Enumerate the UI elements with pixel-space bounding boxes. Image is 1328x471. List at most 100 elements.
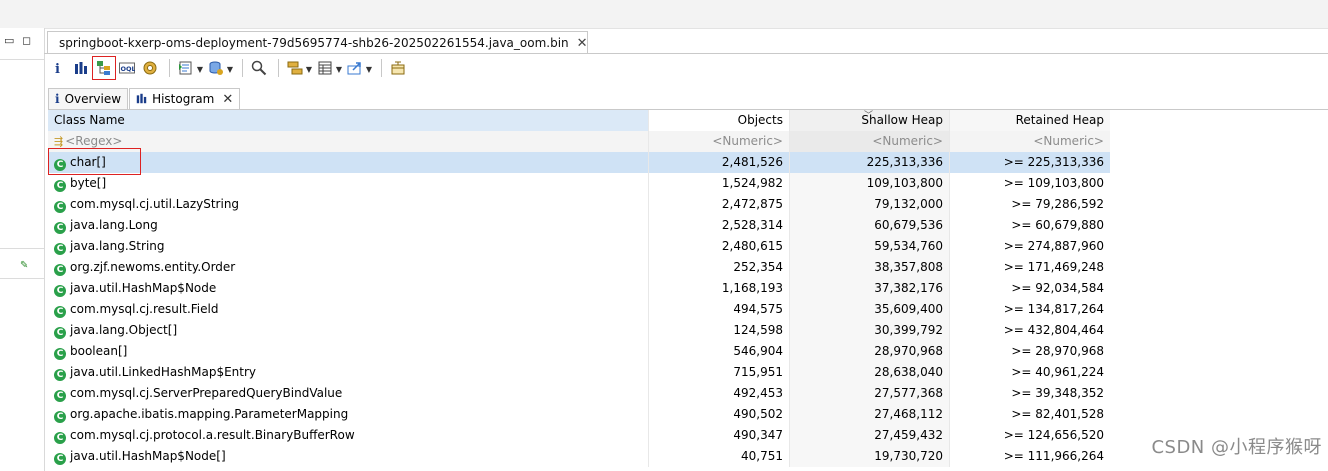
top-title-band	[0, 0, 1328, 29]
tab-histogram[interactable]: Histogram ✕	[129, 88, 241, 109]
oql-icon[interactable]: OQL	[117, 58, 137, 78]
column-header-retained-heap[interactable]: Retained Heap	[949, 110, 1110, 131]
class-name-cell: Ccom.mysql.cj.protocol.a.result.BinaryBu…	[48, 425, 648, 446]
tab-label: Histogram	[152, 92, 215, 106]
retained-heap-cell: >= 79,286,592	[949, 194, 1110, 215]
table-row[interactable]: Ccom.mysql.cj.ServerPreparedQueryBindVal…	[48, 383, 1110, 404]
table-row[interactable]: Cjava.lang.Long 2,528,314 60,679,536 >= 60,…	[48, 215, 1110, 236]
class-name-cell: Cjava.util.HashMap$Node	[48, 278, 648, 299]
retained-heap-cell: >= 111,966,264	[949, 446, 1110, 467]
objects-cell: 40,751	[648, 446, 789, 467]
filter-retained-heap[interactable]: <Numeric>	[949, 131, 1110, 152]
class-name-cell: Cjava.lang.String	[48, 236, 648, 257]
class-icon: C	[54, 285, 66, 297]
close-icon[interactable]: ✕	[222, 92, 233, 107]
table-row[interactable]: Cboolean[] 546,904 28,970,968 >= 28,970,968	[48, 341, 1110, 362]
class-name-cell: Ccom.mysql.cj.result.Field	[48, 299, 648, 320]
shallow-heap-cell: 79,132,000	[789, 194, 949, 215]
table-row[interactable]: Cchar[] 2,481,526 225,313,336 >= 225,313,33…	[48, 152, 1110, 173]
retained-heap-cell: >= 274,887,960	[949, 236, 1110, 257]
table-row[interactable]: Cjava.util.HashMap$Node[] 40,751 19,730,72…	[48, 446, 1110, 467]
export-icon[interactable]: ▼	[345, 58, 372, 78]
retained-heap-cell: >= 82,401,528	[949, 404, 1110, 425]
close-icon[interactable]: ✕	[577, 36, 588, 51]
class-name-text: byte[]	[70, 176, 107, 190]
group-by-icon[interactable]: ▼	[285, 58, 312, 78]
chevron-down-icon[interactable]: ▼	[306, 65, 312, 74]
table-row[interactable]: Ccom.mysql.cj.protocol.a.result.BinaryBu…	[48, 425, 1110, 446]
chevron-down-icon[interactable]: ▼	[366, 65, 372, 74]
class-name-text: com.mysql.cj.ServerPreparedQueryBindValu…	[70, 386, 343, 400]
retained-heap-cell: >= 171,469,248	[949, 257, 1110, 278]
class-name-text: org.zjf.newoms.entity.Order	[70, 260, 236, 274]
objects-cell: 252,354	[648, 257, 789, 278]
class-icon: C	[54, 327, 66, 339]
minimize-icon[interactable]: ▭	[4, 34, 14, 47]
table-row[interactable]: Cjava.util.HashMap$Node 1,168,193 37,382,1…	[48, 278, 1110, 299]
shallow-heap-cell: 37,382,176	[789, 278, 949, 299]
class-icon: C	[54, 432, 66, 444]
svg-text:OQL: OQL	[121, 65, 136, 73]
heap-dump-editor-tab[interactable]: springboot-kxerp-oms-deployment-79d56957…	[47, 31, 588, 54]
editor-toolbar: i OQL ▼ ▼ ▼ ▼ ▼	[48, 56, 411, 80]
chevron-down-icon[interactable]: ▼	[336, 65, 342, 74]
objects-cell: 2,472,875	[648, 194, 789, 215]
chevron-down-icon[interactable]: ▼	[227, 65, 233, 74]
column-header-objects[interactable]: Objects	[648, 110, 789, 131]
class-name-text: java.lang.Object[]	[70, 323, 178, 337]
class-name-text: org.apache.ibatis.mapping.ParameterMappi…	[70, 407, 349, 421]
shallow-heap-cell: 27,459,432	[789, 425, 949, 446]
filter-shallow-heap[interactable]: <Numeric>	[789, 131, 949, 152]
class-name-cell: Corg.apache.ibatis.mapping.ParameterMapp…	[48, 404, 648, 425]
shallow-heap-cell: 38,357,808	[789, 257, 949, 278]
tab-overview[interactable]: i Overview	[48, 88, 129, 109]
retained-heap-cell: >= 92,034,584	[949, 278, 1110, 299]
pane-divider	[0, 59, 44, 60]
retained-heap-cell: >= 39,348,352	[949, 383, 1110, 404]
table-row[interactable]: Cbyte[] 1,524,982 109,103,800 >= 109,103,80…	[48, 173, 1110, 194]
histogram-icon	[136, 92, 147, 106]
class-name-text: com.mysql.cj.util.LazyString	[70, 197, 240, 211]
calculate-retained-icon[interactable]: ▼	[315, 58, 342, 78]
retained-heap-cell: >= 60,679,880	[949, 215, 1110, 236]
info-icon[interactable]: i	[48, 58, 68, 78]
run-report-icon[interactable]: ▼	[176, 58, 203, 78]
shallow-heap-cell: 35,609,400	[789, 299, 949, 320]
left-view-pane: ▭ ◻ ✎	[0, 28, 45, 471]
table-row[interactable]: Corg.apache.ibatis.mapping.ParameterMapp…	[48, 404, 1110, 425]
column-header-class-name[interactable]: Class Name	[48, 110, 648, 131]
compare-icon[interactable]	[388, 58, 408, 78]
objects-cell: 492,453	[648, 383, 789, 404]
pin-icon[interactable]: ✎	[20, 260, 28, 271]
dominator-tree-icon[interactable]	[92, 56, 116, 80]
table-row[interactable]: Ccom.mysql.cj.util.LazyString 2,472,875 79…	[48, 194, 1110, 215]
shallow-heap-cell: 109,103,800	[789, 173, 949, 194]
chevron-down-icon[interactable]: ▼	[197, 65, 203, 74]
table-row[interactable]: Cjava.lang.String 2,480,615 59,534,760 >= 2…	[48, 236, 1110, 257]
class-icon: C	[54, 390, 66, 402]
filter-objects[interactable]: <Numeric>	[648, 131, 789, 152]
shallow-heap-cell: 225,313,336	[789, 152, 949, 173]
class-name-cell: Cjava.util.HashMap$Node[]	[48, 446, 648, 467]
objects-cell: 715,951	[648, 362, 789, 383]
query-browser-icon[interactable]: ▼	[206, 58, 233, 78]
objects-cell: 2,528,314	[648, 215, 789, 236]
class-icon: C	[54, 222, 66, 234]
table-row[interactable]: Ccom.mysql.cj.result.Field 494,575 35,609,…	[48, 299, 1110, 320]
highlight-box	[48, 148, 141, 175]
class-icon: C	[54, 348, 66, 360]
table-row[interactable]: Cjava.lang.Object[] 124,598 30,399,792 >= 4…	[48, 320, 1110, 341]
table-row[interactable]: Corg.zjf.newoms.entity.Order 252,354 38,35…	[48, 257, 1110, 278]
histogram-icon[interactable]	[71, 58, 91, 78]
search-icon[interactable]	[249, 58, 269, 78]
objects-cell: 1,168,193	[648, 278, 789, 299]
table-row[interactable]: Cjava.util.LinkedHashMap$Entry 715,951 28,…	[48, 362, 1110, 383]
filter-class-name-text: <Regex>	[65, 134, 123, 148]
toolbar-separator	[242, 59, 243, 77]
maximize-icon[interactable]: ◻	[22, 34, 31, 47]
class-icon: C	[54, 411, 66, 423]
info-icon: i	[55, 92, 60, 106]
svg-text:i: i	[55, 62, 60, 75]
shallow-heap-cell: 28,638,040	[789, 362, 949, 383]
thread-overview-icon[interactable]	[140, 58, 160, 78]
